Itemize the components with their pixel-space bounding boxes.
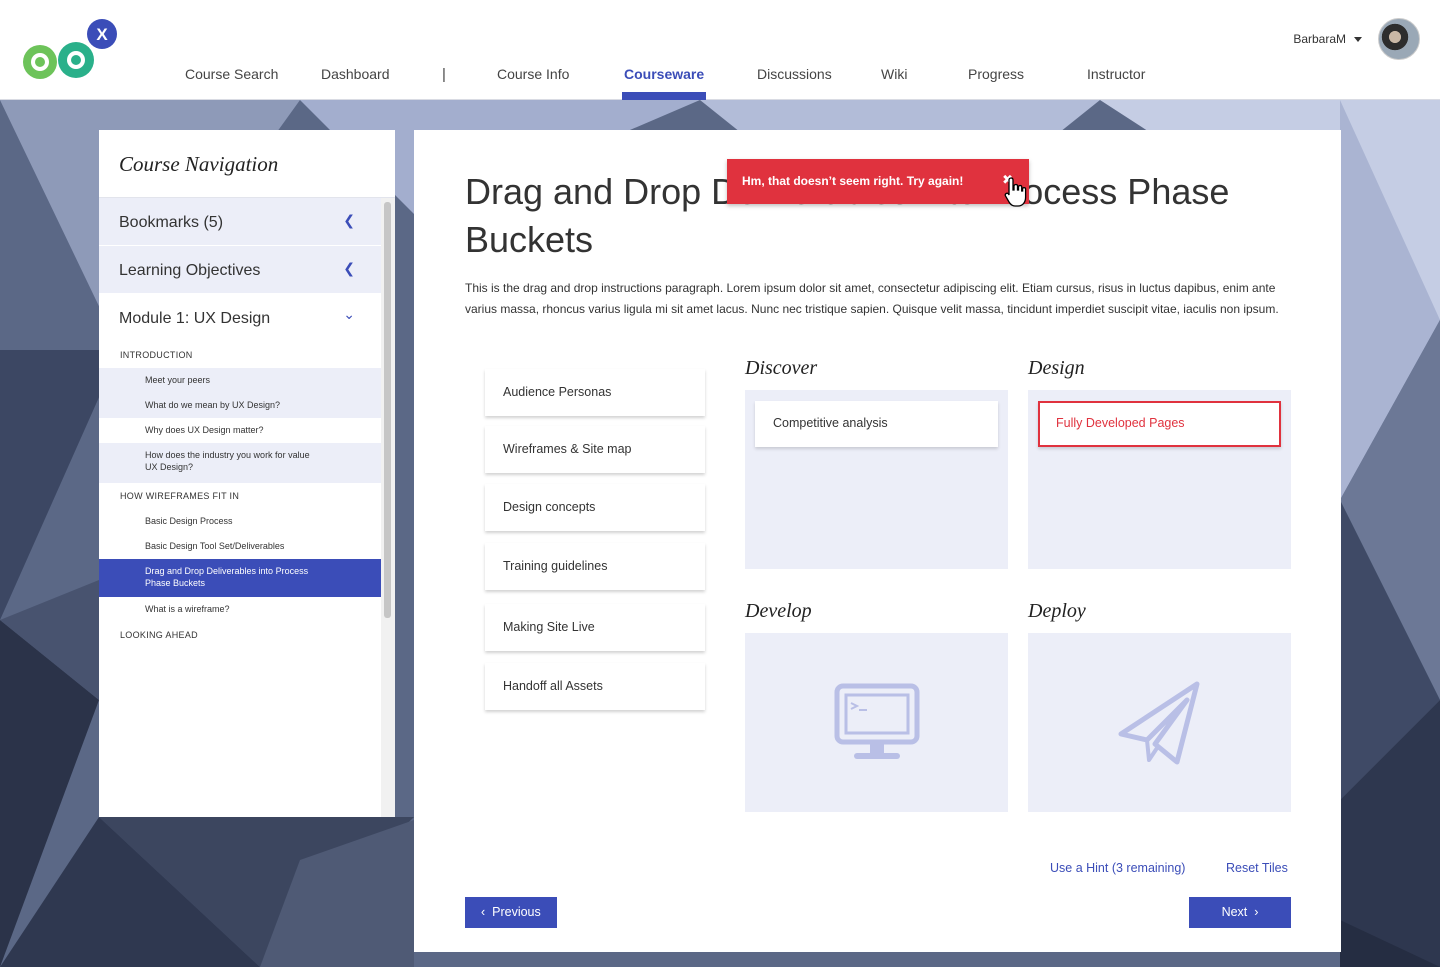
user-menu[interactable]: BarbaraM	[1293, 18, 1420, 60]
logo-letter: X	[96, 25, 108, 44]
course-navigation: Course Navigation Bookmarks (5) ❮ Learni…	[99, 130, 395, 817]
scrollbar-thumb[interactable]	[384, 202, 391, 618]
next-label: Next	[1221, 905, 1248, 919]
next-button[interactable]: Next ›	[1189, 897, 1291, 928]
section-label: Learning Objectives	[119, 262, 261, 279]
chevron-down-icon: ⌄	[343, 306, 355, 322]
section-module-1[interactable]: Module 1: UX Design ⌄	[99, 294, 381, 342]
bucket-title-develop: Develop	[745, 600, 812, 622]
instructions-paragraph: This is the drag and drop instructions p…	[465, 281, 1279, 316]
monitor-icon	[834, 683, 919, 759]
nav-dashboard[interactable]: Dashboard	[321, 66, 390, 100]
sidebar-title: Course Navigation	[99, 130, 395, 198]
caret-down-icon	[1354, 36, 1362, 42]
section-label: Module 1: UX Design	[119, 310, 271, 327]
section-learning-objectives[interactable]: Learning Objectives ❮	[99, 246, 381, 294]
bucket-title-discover: Discover	[745, 357, 818, 379]
toast-message: Hm, that doesn’t seem right. Try again!	[742, 174, 964, 188]
previous-label: Previous	[492, 905, 541, 919]
chevron-right-icon: ›	[1254, 905, 1259, 919]
sidebar-link[interactable]: Meet your peers	[99, 368, 381, 393]
placed-tile[interactable]: Competitive analysis	[755, 401, 998, 447]
avatar	[1378, 18, 1420, 60]
use-hint-link[interactable]: Use a Hint (3 remaining)	[1050, 861, 1185, 875]
group-how-wireframes-fit-in: HOW WIREFRAMES FIT IN	[120, 491, 240, 501]
draggable-tile[interactable]: Making Site Live	[485, 604, 705, 651]
nav-course-info[interactable]: Course Info	[497, 66, 569, 100]
sidebar-scrollbar[interactable]	[381, 198, 395, 817]
sidebar-link[interactable]: How does the industry you work for value…	[99, 443, 381, 483]
draggable-tile[interactable]: Handoff all Assets	[485, 663, 705, 710]
section-bookmarks[interactable]: Bookmarks (5) ❮	[99, 198, 381, 246]
chevron-left-icon: ❮	[343, 212, 355, 228]
chevron-left-icon: ❮	[343, 260, 355, 276]
error-toast: Hm, that doesn’t seem right. Try again! …	[727, 159, 1029, 204]
sidebar-link-active[interactable]: Drag and Drop Deliverables into Process …	[99, 559, 381, 597]
bucket-design[interactable]: Fully Developed Pages	[1028, 390, 1291, 569]
draggable-tile[interactable]: Design concepts	[485, 484, 705, 531]
draggable-tile[interactable]: Audience Personas	[485, 369, 705, 416]
top-header: X Course Search Dashboard | Course Info …	[0, 0, 1440, 100]
bucket-develop[interactable]	[745, 633, 1008, 812]
sidebar-link[interactable]: What do we mean by UX Design?	[99, 393, 381, 418]
sidebar-link[interactable]: What is a wireframe?	[99, 597, 381, 622]
placed-tile-incorrect[interactable]: Fully Developed Pages	[1038, 401, 1281, 447]
bucket-title-design: Design	[1028, 357, 1085, 379]
draggable-tile[interactable]: Training guidelines	[485, 543, 705, 590]
hand-cursor-icon	[1004, 177, 1027, 207]
courseware-panel: Drag and Drop Deliverables into Process …	[414, 130, 1341, 952]
chevron-left-icon: ‹	[481, 905, 486, 919]
bucket-discover[interactable]: Competitive analysis	[745, 390, 1008, 569]
sidebar-link[interactable]: Basic Design Tool Set/Deliverables	[99, 534, 381, 559]
nav-courseware[interactable]: Courseware	[621, 66, 707, 100]
group-introduction: INTRODUCTION	[120, 350, 193, 360]
nav-instructor[interactable]: Instructor	[1087, 66, 1145, 100]
bucket-deploy[interactable]	[1028, 633, 1291, 812]
nav-progress[interactable]: Progress	[968, 66, 1024, 100]
nav-course-search[interactable]: Course Search	[185, 66, 278, 100]
draggable-tile[interactable]: Wireframes & Site map	[485, 426, 705, 473]
paper-plane-icon	[1118, 681, 1199, 764]
section-label: Bookmarks (5)	[119, 214, 224, 231]
site-logo[interactable]: X	[18, 18, 122, 84]
group-looking-ahead: LOOKING AHEAD	[120, 630, 198, 640]
nav-separator: |	[442, 66, 446, 83]
nav-wiki[interactable]: Wiki	[881, 66, 907, 100]
sidebar-link[interactable]: Why does UX Design matter?	[99, 418, 381, 443]
nav-discussions[interactable]: Discussions	[757, 66, 832, 100]
sidebar-link[interactable]: Basic Design Process	[99, 509, 381, 534]
previous-button[interactable]: ‹ Previous	[465, 897, 557, 928]
bucket-title-deploy: Deploy	[1028, 600, 1086, 622]
reset-tiles-link[interactable]: Reset Tiles	[1226, 861, 1288, 875]
username: BarbaraM	[1293, 32, 1346, 46]
